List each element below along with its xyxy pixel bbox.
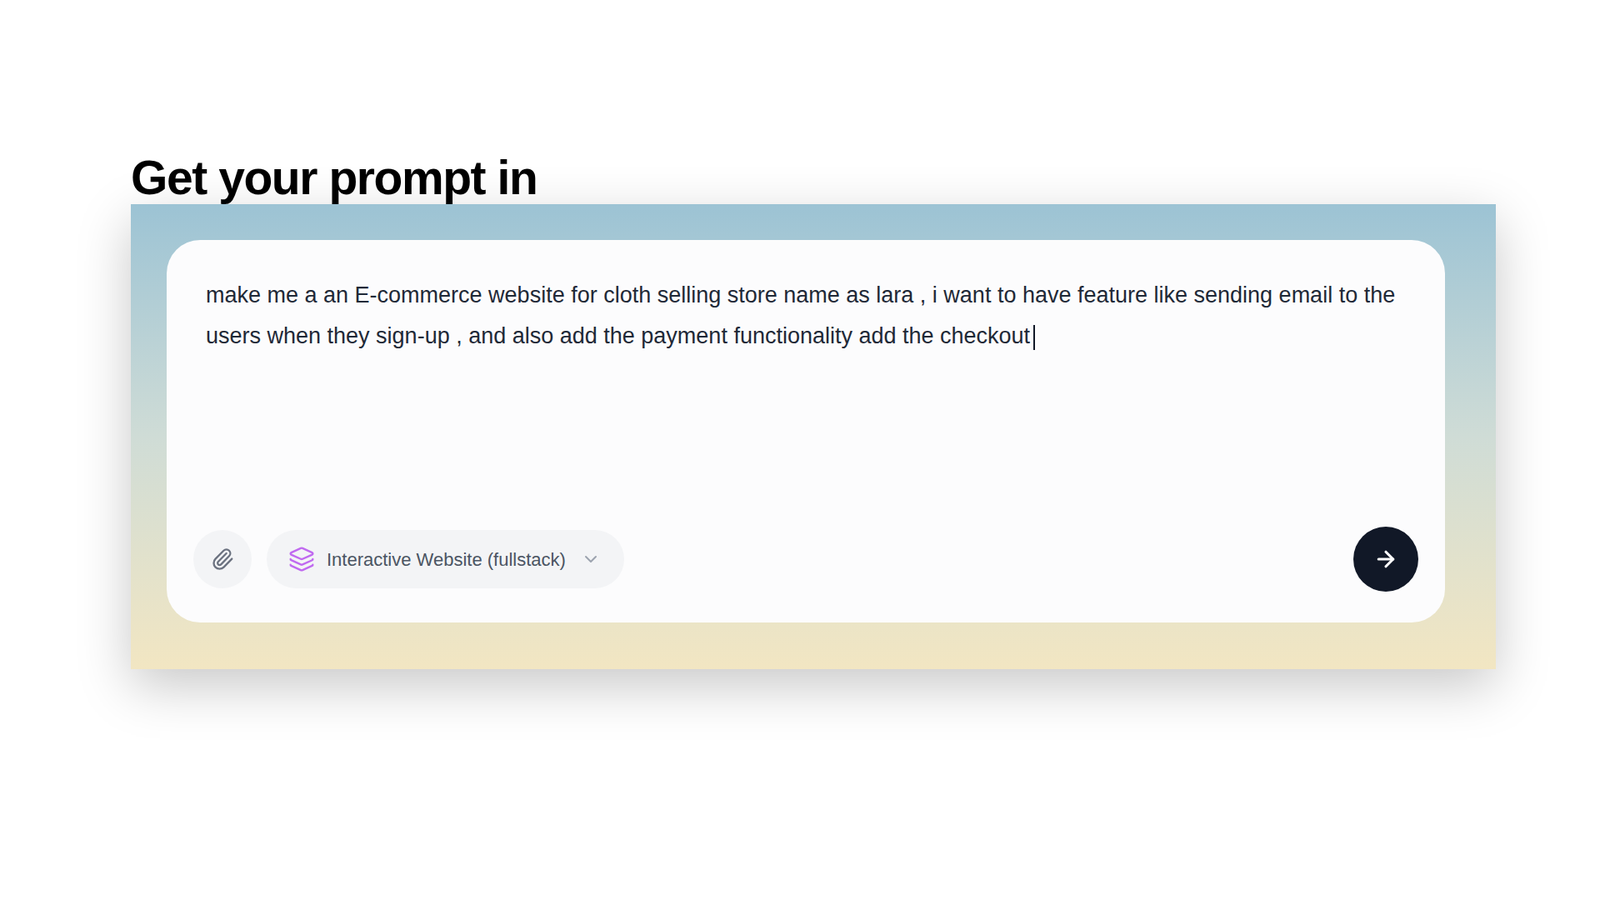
mode-select-label: Interactive Website (fullstack) [326,545,566,574]
chevron-down-icon [580,549,601,570]
mode-select[interactable]: Interactive Website (fullstack) [266,530,625,589]
page: Get your prompt in make me a an E-commerc… [0,0,1600,900]
attach-button[interactable] [193,530,252,589]
text-caret [1033,325,1035,350]
send-button[interactable] [1353,526,1419,592]
page-heading: Get your prompt in [130,150,1600,205]
toolbar-left: Interactive Website (fullstack) [193,530,625,589]
paperclip-icon [210,547,235,571]
hero-background: make me a an E-commerce website for clot… [130,204,1496,670]
layers-icon [288,545,315,573]
prompt-toolbar: Interactive Website (fullstack) [166,526,1445,623]
prompt-card: make me a an E-commerce website for clot… [166,240,1445,623]
arrow-right-icon [1373,546,1399,572]
prompt-input[interactable]: make me a an E-commerce website for clot… [166,240,1445,357]
